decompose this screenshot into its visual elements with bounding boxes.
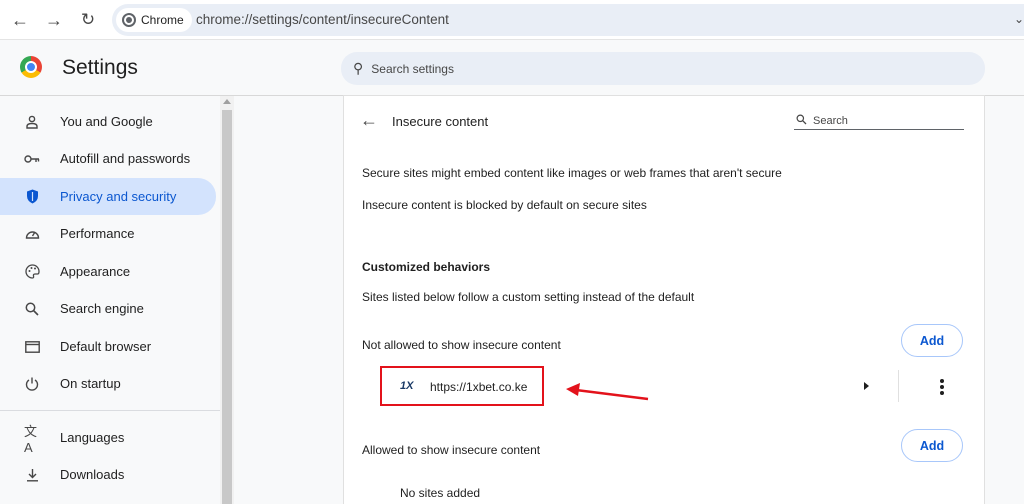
sidebar-item-downloads[interactable]: Downloads: [0, 456, 216, 493]
sidebar-scrollbar[interactable]: [220, 96, 234, 504]
key-icon: [24, 151, 40, 167]
sidebar-item-label: Search engine: [60, 301, 144, 316]
expand-arrow-icon[interactable]: [864, 382, 869, 390]
sidebar-item-default-browser[interactable]: Default browser: [0, 328, 216, 365]
search-settings-input[interactable]: [371, 61, 932, 76]
row-separator: [898, 370, 899, 402]
scrollbar-thumb[interactable]: [222, 110, 232, 504]
search-icon: [796, 114, 807, 128]
sidebar-item-label: Downloads: [60, 467, 125, 482]
allowed-label: Allowed to show insecure content: [362, 443, 541, 457]
more-actions-icon[interactable]: [940, 379, 946, 397]
browser-window-icon: [24, 339, 40, 355]
sidebar-item-on-startup[interactable]: On startup: [0, 365, 216, 402]
power-icon: [24, 376, 40, 392]
search-icon: ⚲: [353, 60, 364, 76]
customized-behaviors-title: Customized behaviors: [362, 260, 491, 274]
chevron-down-icon[interactable]: ⌄: [1014, 12, 1024, 26]
sidebar-item-label: Default browser: [60, 339, 152, 354]
customized-behaviors-desc: Sites listed below follow a custom setti…: [362, 290, 695, 304]
translate-icon: 文A: [24, 423, 38, 455]
sidebar-divider: [0, 410, 220, 411]
omnibox[interactable]: Chrome chrome://settings/content/insecur…: [112, 4, 1024, 36]
default-behavior-text: Insecure content is blocked by default o…: [362, 198, 647, 212]
download-icon: [24, 467, 40, 483]
scroll-up-icon[interactable]: [223, 99, 231, 104]
sidebar-item-you-and-google[interactable]: You and Google: [0, 103, 216, 140]
palette-icon: [24, 264, 40, 280]
sidebar-item-label: Languages: [60, 430, 125, 445]
sidebar-item-search-engine[interactable]: Search engine: [0, 290, 216, 327]
reload-icon[interactable]: ↻: [76, 8, 100, 32]
address-url[interactable]: chrome://settings/content/insecureConten…: [196, 12, 449, 27]
sidebar-item-label: Privacy and security: [60, 189, 177, 204]
add-allowed-button[interactable]: Add: [901, 429, 963, 462]
section-page-title: Insecure content: [392, 114, 489, 129]
blocked-site-row[interactable]: 1X https://1xbet.co.ke: [380, 366, 544, 406]
sidebar-item-appearance[interactable]: Appearance: [0, 253, 216, 290]
sidebar-item-label: On startup: [60, 376, 121, 391]
not-allowed-label: Not allowed to show insecure content: [362, 338, 561, 352]
sidebar-item-label: Autofill and passwords: [60, 151, 191, 166]
add-not-allowed-button[interactable]: Add: [901, 324, 963, 357]
shield-icon: [24, 189, 40, 205]
chrome-chip[interactable]: Chrome: [116, 8, 192, 32]
sidebar-item-autofill[interactable]: Autofill and passwords: [0, 140, 216, 177]
sidebar-item-performance[interactable]: Performance: [0, 215, 216, 252]
forward-arrow-icon[interactable]: →: [42, 8, 66, 32]
site-url: https://1xbet.co.ke: [430, 380, 528, 394]
card-search-input[interactable]: [813, 114, 953, 127]
no-sites-text: No sites added: [400, 486, 481, 500]
sidebar-item-languages[interactable]: 文A Languages: [0, 419, 216, 456]
page-title: Settings: [62, 56, 138, 79]
search-icon: [24, 301, 40, 317]
back-arrow-icon[interactable]: ←: [360, 110, 378, 131]
sidebar-item-label: Performance: [60, 226, 135, 241]
browser-toolbar: ← → ↻ Chrome chrome://settings/content/i…: [0, 0, 1024, 40]
sidebar-item-label: Appearance: [60, 264, 131, 279]
settings-header: Settings ⚲: [0, 40, 1024, 96]
person-icon: [24, 114, 40, 130]
chrome-logo-icon: [122, 13, 136, 27]
browser-window: ← → ↻ Chrome chrome://settings/content/i…: [0, 0, 1024, 504]
sidebar-item-privacy-security[interactable]: Privacy and security: [0, 178, 216, 215]
insecure-content-card: ← Insecure content Secure sites might em…: [344, 96, 984, 504]
chrome-logo-icon: [20, 56, 42, 78]
back-arrow-icon[interactable]: ←: [8, 8, 32, 32]
chip-label: Chrome: [141, 13, 184, 27]
sidebar: You and Google Autofill and passwords Pr…: [0, 96, 220, 504]
card-search-box[interactable]: [794, 112, 964, 130]
sidebar-item-label: You and Google: [60, 114, 153, 129]
search-settings-box[interactable]: ⚲: [341, 52, 985, 85]
gauge-icon: [24, 226, 40, 242]
site-favicon-icon: 1X: [400, 380, 414, 392]
description-text: Secure sites might embed content like im…: [362, 166, 782, 180]
